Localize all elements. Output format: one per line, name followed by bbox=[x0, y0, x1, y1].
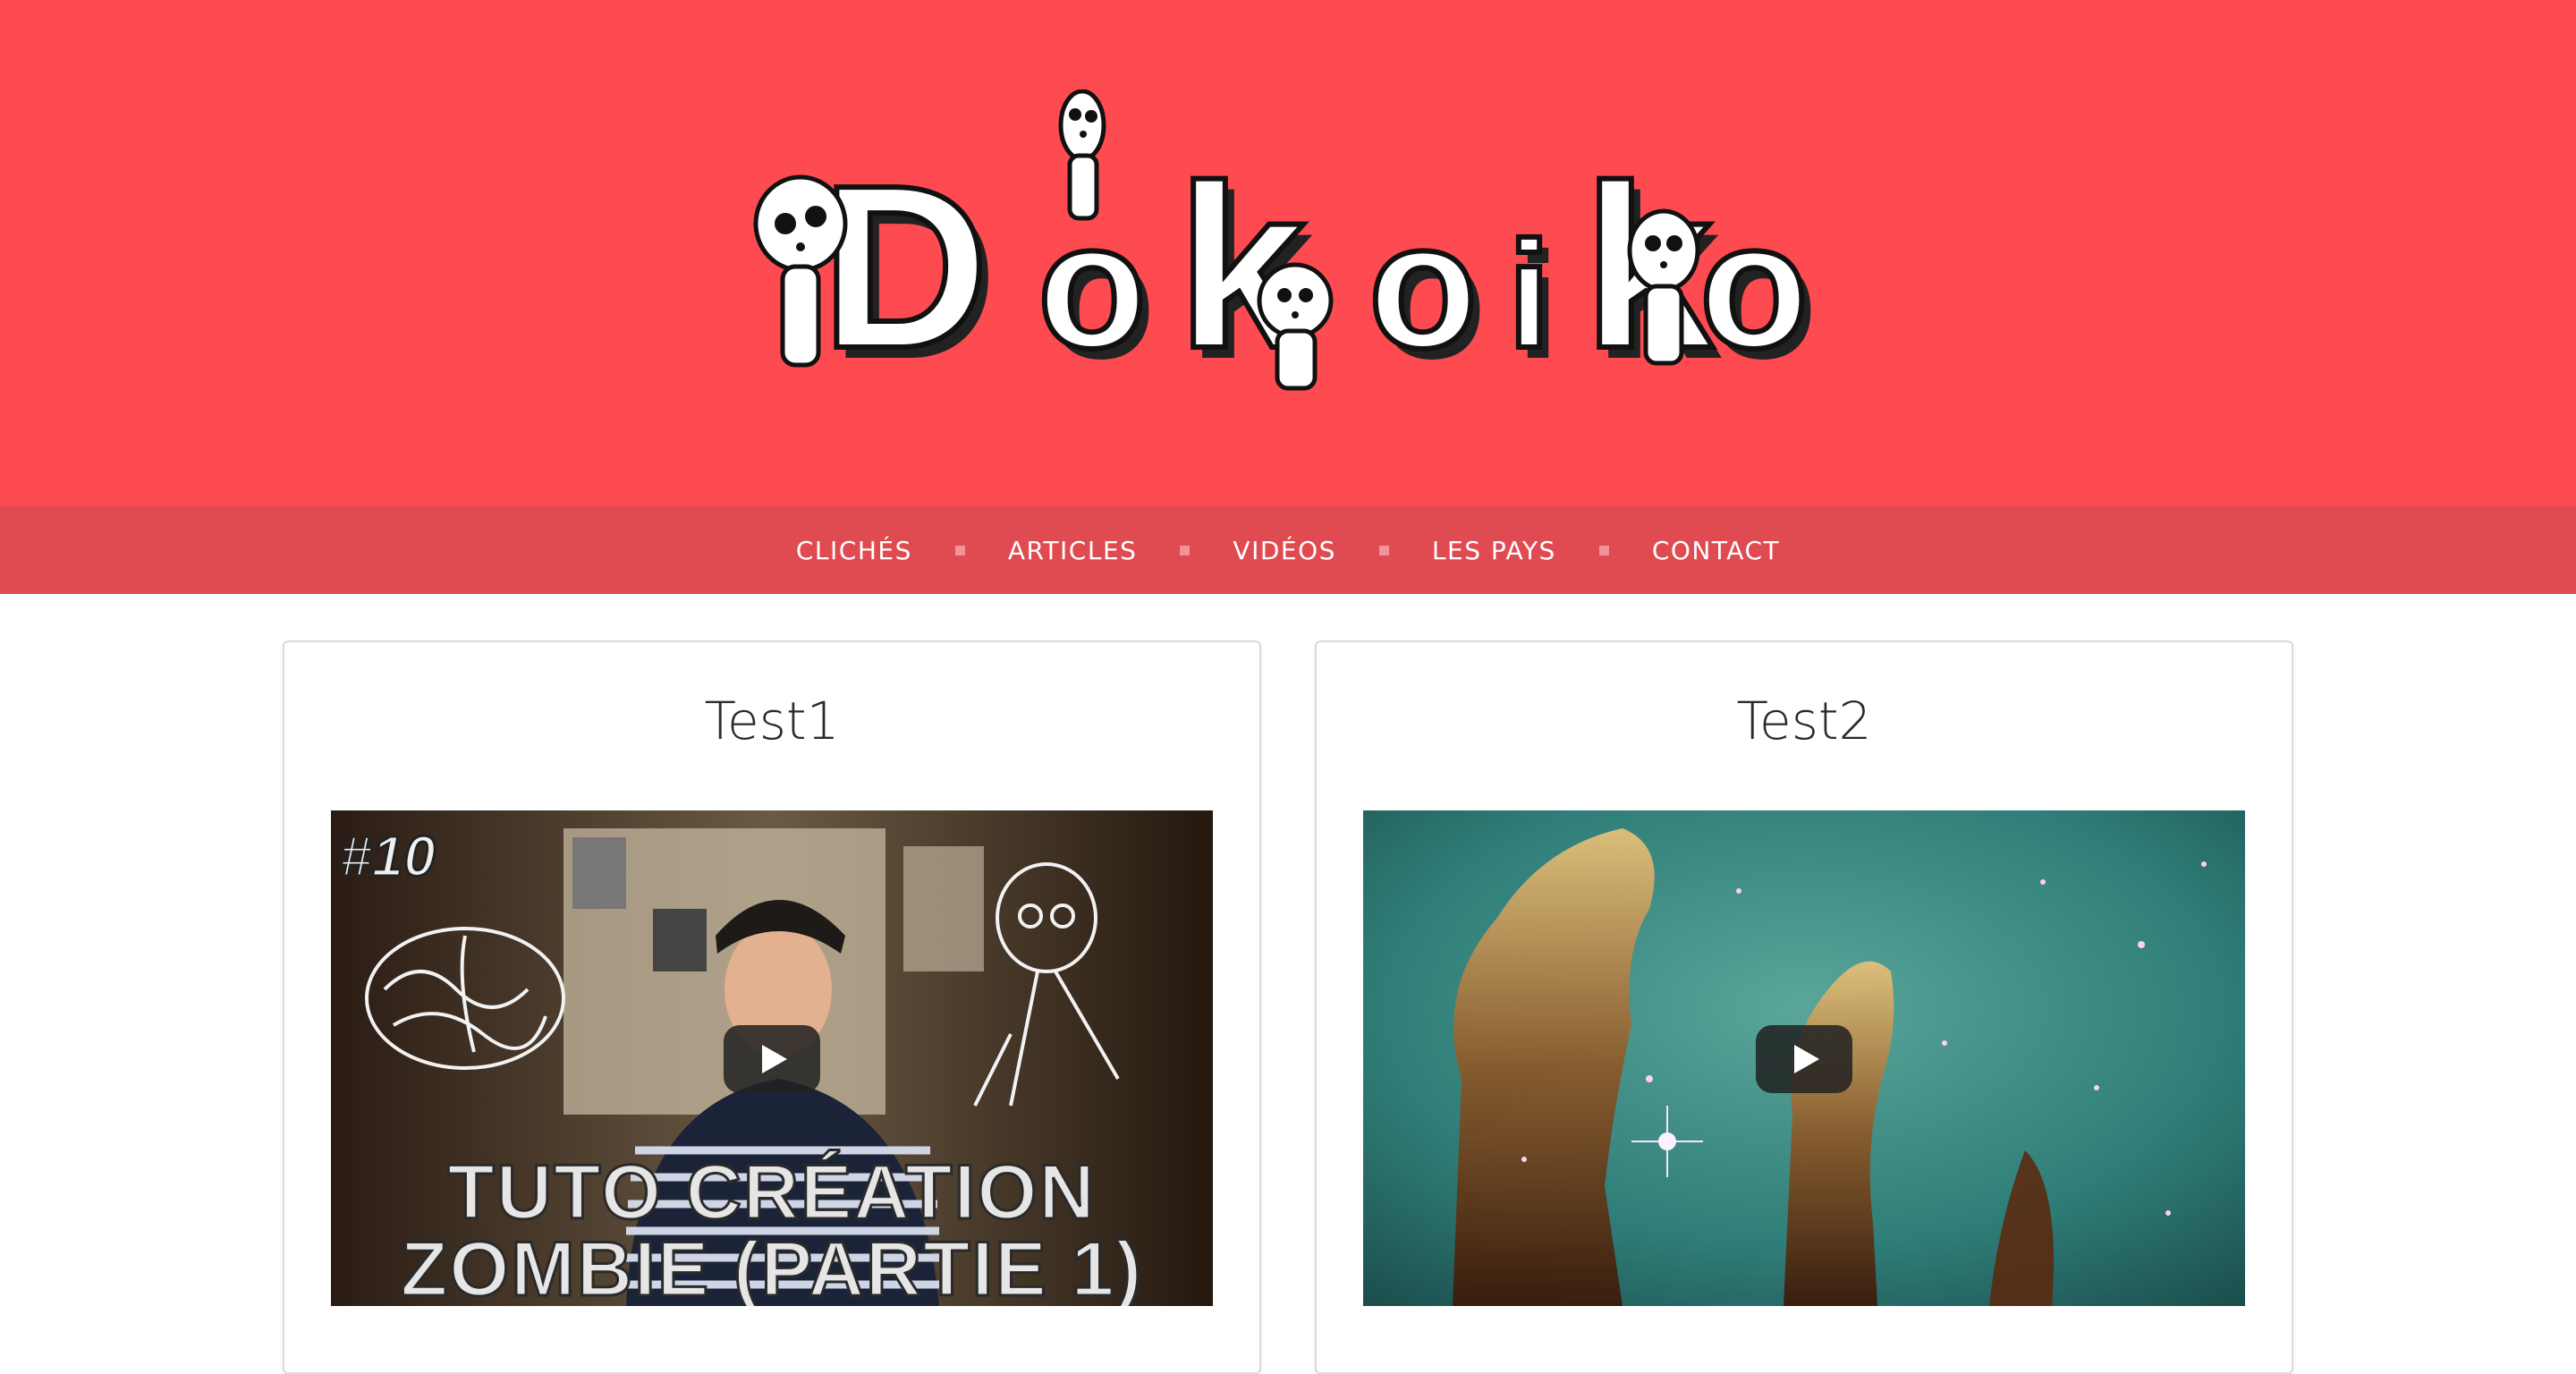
main-nav: CLICHÉS ARTICLES VIDÉOS LES PAYS CONTACT bbox=[0, 506, 2576, 594]
nav-separator bbox=[1598, 545, 1609, 556]
svg-text:i: i bbox=[1508, 210, 1550, 380]
card-title: Test2 bbox=[1736, 691, 1872, 751]
nav-item-articles[interactable]: ARTICLES bbox=[1008, 536, 1138, 565]
nav-separator bbox=[1180, 545, 1191, 556]
video-title-line-1: TUTO CRÉATION bbox=[446, 1149, 1097, 1237]
nav-item-cliches[interactable]: CLICHÉS bbox=[796, 536, 912, 565]
play-button[interactable] bbox=[724, 1025, 820, 1093]
nav-separator bbox=[954, 545, 965, 556]
video-title-line-2: ZOMBIE (PARTIE 1) bbox=[399, 1226, 1144, 1307]
card-title: Test1 bbox=[704, 691, 840, 751]
svg-text:o: o bbox=[1368, 186, 1478, 386]
video-player[interactable]: #10 TUTO CRÉATION ZOMBIE (PARTIE 1) bbox=[331, 810, 1213, 1306]
video-player[interactable] bbox=[1363, 810, 2245, 1306]
nav-item-videos[interactable]: VIDÉOS bbox=[1233, 536, 1335, 565]
svg-text:D: D bbox=[821, 138, 989, 394]
nav-item-contact[interactable]: CONTACT bbox=[1652, 536, 1780, 565]
video-badge: #10 bbox=[339, 823, 437, 890]
site-logo[interactable]: D o k o i k o D o k o i k o bbox=[751, 89, 1825, 394]
play-icon bbox=[1794, 1045, 1819, 1073]
site-header: D o k o i k o D o k o i k o bbox=[0, 0, 2576, 506]
video-card: Test1 #10 TUTO CRÉATION ZOMBIE (PARTIE 1… bbox=[283, 640, 1261, 1374]
nav-separator bbox=[1378, 545, 1389, 556]
play-button[interactable] bbox=[1756, 1025, 1852, 1093]
logo-image: D o k o i k o D o k o i k o bbox=[753, 89, 1818, 394]
play-icon bbox=[762, 1045, 787, 1073]
svg-text:o: o bbox=[1699, 186, 1809, 386]
video-card: Test2 bbox=[1315, 640, 2293, 1374]
nav-item-les-pays[interactable]: LES PAYS bbox=[1432, 536, 1556, 565]
